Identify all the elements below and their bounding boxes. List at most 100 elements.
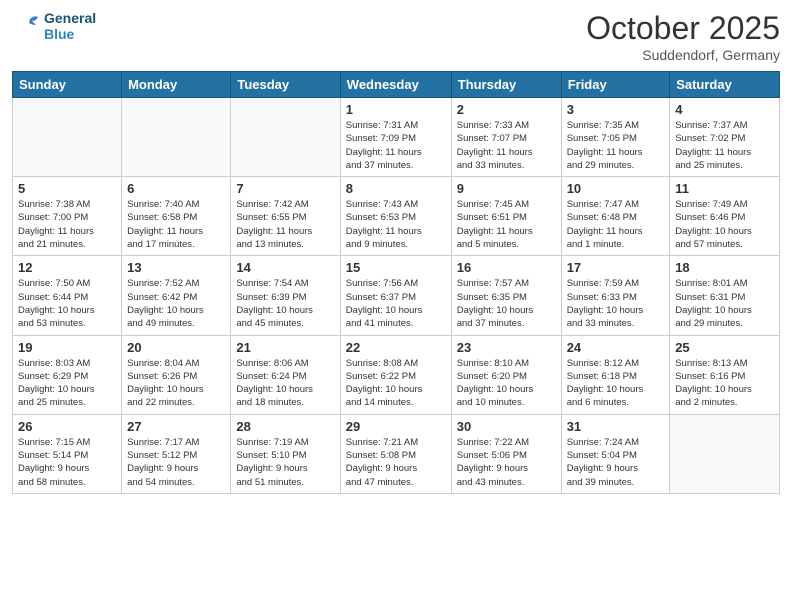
- day-number: 11: [675, 181, 774, 196]
- header: General Blue October 2025 Suddendorf, Ge…: [12, 10, 780, 63]
- calendar-cell: 6 Sunrise: 7:40 AM Sunset: 6:58 PM Daylig…: [122, 177, 231, 256]
- day-info: Sunrise: 7:35 AM Sunset: 7:05 PM Dayligh…: [567, 119, 665, 172]
- day-info: Sunrise: 8:08 AM Sunset: 6:22 PM Dayligh…: [346, 357, 446, 410]
- calendar-header-row: Sunday Monday Tuesday Wednesday Thursday…: [13, 72, 780, 98]
- day-number: 5: [18, 181, 116, 196]
- header-thursday: Thursday: [451, 72, 561, 98]
- calendar-cell: [13, 98, 122, 177]
- header-wednesday: Wednesday: [340, 72, 451, 98]
- calendar-cell: 18Sunrise: 8:01 AM Sunset: 6:31 PM Dayli…: [670, 256, 780, 335]
- day-info: Sunrise: 7:50 AM Sunset: 6:44 PM Dayligh…: [18, 277, 116, 330]
- day-info: Sunrise: 7:19 AM Sunset: 5:10 PM Dayligh…: [236, 436, 334, 489]
- day-number: 18: [675, 260, 774, 275]
- day-info: Sunrise: 7:47 AM Sunset: 6:48 PM Dayligh…: [567, 198, 665, 251]
- day-number: 25: [675, 340, 774, 355]
- calendar-cell: 31Sunrise: 7:24 AM Sunset: 5:04 PM Dayli…: [561, 414, 670, 493]
- calendar-cell: 26Sunrise: 7:15 AM Sunset: 5:14 PM Dayli…: [13, 414, 122, 493]
- day-number: 6: [127, 181, 225, 196]
- calendar-cell: 1 Sunrise: 7:31 AM Sunset: 7:09 PM Daylig…: [340, 98, 451, 177]
- day-number: 16: [457, 260, 556, 275]
- header-sunday: Sunday: [13, 72, 122, 98]
- day-info: Sunrise: 7:45 AM Sunset: 6:51 PM Dayligh…: [457, 198, 556, 251]
- day-info: Sunrise: 7:57 AM Sunset: 6:35 PM Dayligh…: [457, 277, 556, 330]
- calendar-cell: 12 Sunrise: 7:50 AM Sunset: 6:44 PM Dayli…: [13, 256, 122, 335]
- day-info: Sunrise: 7:38 AM Sunset: 7:00 PM Dayligh…: [18, 198, 116, 251]
- day-number: 10: [567, 181, 665, 196]
- logo: General Blue: [12, 10, 96, 42]
- calendar-cell: 17 Sunrise: 7:59 AM Sunset: 6:33 PM Dayli…: [561, 256, 670, 335]
- day-info: Sunrise: 7:31 AM Sunset: 7:09 PM Dayligh…: [346, 119, 446, 172]
- day-info: Sunrise: 8:06 AM Sunset: 6:24 PM Dayligh…: [236, 357, 334, 410]
- calendar-cell: 5 Sunrise: 7:38 AM Sunset: 7:00 PM Daylig…: [13, 177, 122, 256]
- calendar-cell: 25 Sunrise: 8:13 AM Sunset: 6:16 PM Dayli…: [670, 335, 780, 414]
- calendar-cell: [670, 414, 780, 493]
- day-info: Sunrise: 7:21 AM Sunset: 5:08 PM Dayligh…: [346, 436, 446, 489]
- day-info: Sunrise: 7:56 AM Sunset: 6:37 PM Dayligh…: [346, 277, 446, 330]
- calendar-cell: 29Sunrise: 7:21 AM Sunset: 5:08 PM Dayli…: [340, 414, 451, 493]
- calendar-cell: [122, 98, 231, 177]
- calendar-cell: 7 Sunrise: 7:42 AM Sunset: 6:55 PM Daylig…: [231, 177, 340, 256]
- day-number: 22: [346, 340, 446, 355]
- header-friday: Friday: [561, 72, 670, 98]
- logo-text-blue: Blue: [44, 26, 96, 42]
- header-monday: Monday: [122, 72, 231, 98]
- day-number: 30: [457, 419, 556, 434]
- title-block: October 2025 Suddendorf, Germany: [586, 10, 780, 63]
- logo-bird-icon: [12, 11, 42, 41]
- calendar-cell: 8Sunrise: 7:43 AM Sunset: 6:53 PM Daylig…: [340, 177, 451, 256]
- calendar-cell: 3 Sunrise: 7:35 AM Sunset: 7:05 PM Daylig…: [561, 98, 670, 177]
- calendar-cell: 30Sunrise: 7:22 AM Sunset: 5:06 PM Dayli…: [451, 414, 561, 493]
- day-info: Sunrise: 8:10 AM Sunset: 6:20 PM Dayligh…: [457, 357, 556, 410]
- calendar-cell: 20 Sunrise: 8:04 AM Sunset: 6:26 PM Dayli…: [122, 335, 231, 414]
- day-number: 23: [457, 340, 556, 355]
- day-number: 14: [236, 260, 334, 275]
- calendar-cell: 13 Sunrise: 7:52 AM Sunset: 6:42 PM Dayli…: [122, 256, 231, 335]
- day-info: Sunrise: 7:59 AM Sunset: 6:33 PM Dayligh…: [567, 277, 665, 330]
- calendar-cell: 24 Sunrise: 8:12 AM Sunset: 6:18 PM Dayli…: [561, 335, 670, 414]
- day-number: 21: [236, 340, 334, 355]
- calendar-cell: 14 Sunrise: 7:54 AM Sunset: 6:39 PM Dayli…: [231, 256, 340, 335]
- calendar-cell: 28 Sunrise: 7:19 AM Sunset: 5:10 PM Dayli…: [231, 414, 340, 493]
- day-number: 13: [127, 260, 225, 275]
- day-info: Sunrise: 7:40 AM Sunset: 6:58 PM Dayligh…: [127, 198, 225, 251]
- day-info: Sunrise: 7:17 AM Sunset: 5:12 PM Dayligh…: [127, 436, 225, 489]
- day-number: 31: [567, 419, 665, 434]
- day-info: Sunrise: 8:12 AM Sunset: 6:18 PM Dayligh…: [567, 357, 665, 410]
- day-number: 15: [346, 260, 446, 275]
- day-number: 24: [567, 340, 665, 355]
- day-info: Sunrise: 7:15 AM Sunset: 5:14 PM Dayligh…: [18, 436, 116, 489]
- day-number: 3: [567, 102, 665, 117]
- day-number: 1: [346, 102, 446, 117]
- day-info: Sunrise: 8:13 AM Sunset: 6:16 PM Dayligh…: [675, 357, 774, 410]
- day-info: Sunrise: 8:03 AM Sunset: 6:29 PM Dayligh…: [18, 357, 116, 410]
- page-container: General Blue October 2025 Suddendorf, Ge…: [0, 0, 792, 502]
- header-saturday: Saturday: [670, 72, 780, 98]
- day-info: Sunrise: 7:42 AM Sunset: 6:55 PM Dayligh…: [236, 198, 334, 251]
- calendar-cell: 10 Sunrise: 7:47 AM Sunset: 6:48 PM Dayli…: [561, 177, 670, 256]
- calendar-table: Sunday Monday Tuesday Wednesday Thursday…: [12, 71, 780, 494]
- day-info: Sunrise: 7:52 AM Sunset: 6:42 PM Dayligh…: [127, 277, 225, 330]
- day-number: 7: [236, 181, 334, 196]
- day-info: Sunrise: 7:37 AM Sunset: 7:02 PM Dayligh…: [675, 119, 774, 172]
- logo-text-general: General: [44, 10, 96, 26]
- day-number: 12: [18, 260, 116, 275]
- day-number: 20: [127, 340, 225, 355]
- calendar-cell: [231, 98, 340, 177]
- location-subtitle: Suddendorf, Germany: [586, 47, 780, 63]
- day-number: 4: [675, 102, 774, 117]
- day-number: 28: [236, 419, 334, 434]
- calendar-cell: 11Sunrise: 7:49 AM Sunset: 6:46 PM Dayli…: [670, 177, 780, 256]
- month-title: October 2025: [586, 10, 780, 47]
- day-number: 2: [457, 102, 556, 117]
- calendar-cell: 21 Sunrise: 8:06 AM Sunset: 6:24 PM Dayli…: [231, 335, 340, 414]
- day-info: Sunrise: 7:54 AM Sunset: 6:39 PM Dayligh…: [236, 277, 334, 330]
- day-number: 9: [457, 181, 556, 196]
- day-info: Sunrise: 7:43 AM Sunset: 6:53 PM Dayligh…: [346, 198, 446, 251]
- day-info: Sunrise: 8:04 AM Sunset: 6:26 PM Dayligh…: [127, 357, 225, 410]
- calendar-cell: 15 Sunrise: 7:56 AM Sunset: 6:37 PM Dayli…: [340, 256, 451, 335]
- header-tuesday: Tuesday: [231, 72, 340, 98]
- calendar-cell: 23 Sunrise: 8:10 AM Sunset: 6:20 PM Dayli…: [451, 335, 561, 414]
- calendar-cell: 16 Sunrise: 7:57 AM Sunset: 6:35 PM Dayli…: [451, 256, 561, 335]
- day-number: 17: [567, 260, 665, 275]
- calendar-cell: 9 Sunrise: 7:45 AM Sunset: 6:51 PM Daylig…: [451, 177, 561, 256]
